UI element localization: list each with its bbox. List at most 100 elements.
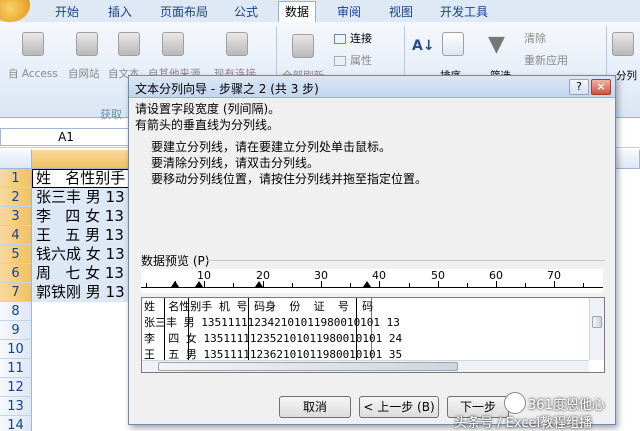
- ruler-tick: [583, 283, 584, 287]
- preview-vertical-scrollbar[interactable]: [589, 298, 604, 360]
- sort-az-icon[interactable]: A↓: [412, 38, 435, 54]
- dialog-titlebar[interactable]: 文本分列向导 - 步骤之 2 (共 3 步) ? ×: [129, 76, 615, 98]
- tab-data[interactable]: 数据: [278, 1, 317, 22]
- tab-view[interactable]: 视图: [389, 2, 413, 22]
- row-header[interactable]: 9: [0, 321, 32, 340]
- text-to-columns-icon: [612, 32, 634, 56]
- row-header[interactable]: 8: [0, 302, 32, 321]
- ribbon-tabbar: 开始 插入 页面布局 公式 数据 审阅 视图 开发工具: [0, 0, 640, 22]
- row-header[interactable]: 3: [0, 207, 32, 226]
- preview-row: 张三丰 男 135111112342101011980010101 13: [144, 316, 400, 329]
- column-break-arrow[interactable]: [195, 281, 203, 287]
- ruler-tick: [438, 281, 439, 287]
- row-header[interactable]: 13: [0, 397, 32, 416]
- vertical-scroll-thumb[interactable]: [592, 316, 602, 328]
- horizontal-scroll-thumb[interactable]: [158, 362, 458, 371]
- cell-text: 李 四 女 13: [36, 207, 124, 225]
- ruler-tick: [525, 283, 526, 287]
- row-header[interactable]: 11: [0, 359, 32, 378]
- properties-icon: [334, 56, 346, 66]
- column-ruler[interactable]: 10 20 30 40 50 60 70: [141, 269, 603, 293]
- tab-formulas[interactable]: 公式: [234, 2, 258, 22]
- from-access-button[interactable]: 自 Access: [8, 66, 58, 81]
- column-break-arrow[interactable]: [255, 281, 263, 287]
- properties-button[interactable]: 属性: [334, 52, 372, 68]
- tab-page-layout[interactable]: 页面布局: [160, 2, 208, 22]
- refresh-icon: [292, 34, 314, 58]
- row-header[interactable]: 1: [0, 169, 32, 188]
- existing-connections-icon: [226, 32, 248, 56]
- watermark-line-1: 361度恩他心: [528, 398, 605, 413]
- preview-divider: [207, 260, 605, 261]
- preview-horizontal-scrollbar[interactable]: [142, 360, 589, 372]
- ruler-tick: [233, 283, 234, 287]
- cell-text: 钱六成 女 13: [36, 245, 125, 263]
- reapply-filter-button[interactable]: 重新应用: [524, 52, 568, 68]
- select-all-corner[interactable]: [0, 150, 32, 169]
- connections-icon: [334, 34, 346, 44]
- column-break-arrow[interactable]: [171, 281, 179, 287]
- help-button[interactable]: ?: [569, 79, 589, 95]
- data-preview-label: 数据预览 (P): [141, 254, 210, 268]
- cell-text: 郭铁刚 男 13: [36, 283, 125, 301]
- column-break-line[interactable]: [188, 298, 189, 362]
- web-icon: [76, 32, 98, 56]
- tab-review[interactable]: 审阅: [337, 2, 361, 22]
- cell-text: 周 七 女 13: [36, 264, 124, 282]
- cancel-button[interactable]: 取消: [279, 396, 351, 418]
- other-sources-icon: [162, 32, 184, 56]
- ruler-tick: [263, 281, 264, 287]
- watermark-logo-icon: [504, 392, 526, 414]
- ruler-tick: [467, 283, 468, 287]
- column-break-arrow[interactable]: [363, 281, 371, 287]
- column-break-line[interactable]: [164, 298, 165, 362]
- ruler-tick: [146, 283, 147, 287]
- column-header-a[interactable]: [32, 150, 132, 169]
- text-to-columns-button[interactable]: 分列: [616, 68, 637, 83]
- ruler-tick: [409, 283, 410, 287]
- connections-label: 连接: [350, 32, 372, 45]
- row-header[interactable]: 7: [0, 283, 32, 302]
- name-box[interactable]: A1: [0, 128, 132, 146]
- from-web-button[interactable]: 自网站: [68, 66, 100, 81]
- cell-text: 张三丰 男 13: [36, 188, 125, 206]
- row-header[interactable]: 4: [0, 226, 32, 245]
- close-button[interactable]: ×: [591, 79, 611, 95]
- clear-filter-button[interactable]: 清除: [524, 30, 546, 46]
- preview-row: 姓 名性别手 机 号 码身 份 证 号 码: [144, 300, 374, 313]
- row-header[interactable]: 12: [0, 378, 32, 397]
- ruler-tick: [350, 283, 351, 287]
- group-label-get-external: 获取: [100, 108, 122, 121]
- filter-funnel-icon: ▼: [488, 32, 505, 57]
- tab-insert[interactable]: 插入: [108, 2, 132, 22]
- row-header[interactable]: 2: [0, 188, 32, 207]
- column-break-line[interactable]: [356, 298, 357, 362]
- ruler-baseline: [141, 287, 603, 288]
- watermark-line-2: 头条号 / Excel教程组播: [454, 416, 593, 431]
- office-button[interactable]: [0, 0, 30, 22]
- row-header[interactable]: 6: [0, 264, 32, 283]
- sort-dialog-icon: [442, 32, 464, 56]
- hint-line-2: 要清除分列线，请双击分列线。: [151, 156, 320, 170]
- ruler-tick: [292, 283, 293, 287]
- properties-label: 属性: [350, 54, 372, 67]
- ruler-tick: [554, 281, 555, 287]
- tab-home[interactable]: 开始: [55, 2, 79, 22]
- connections-button[interactable]: 连接: [334, 30, 372, 46]
- ruler-tick: [496, 281, 497, 287]
- access-icon: [22, 32, 44, 56]
- hint-line-3: 要移动分列线位置，请按住分列线并拖至指定位置。: [151, 172, 428, 186]
- row-header[interactable]: 5: [0, 245, 32, 264]
- text-file-icon: [118, 32, 140, 56]
- column-break-line[interactable]: [248, 298, 249, 362]
- tab-developer[interactable]: 开发工具: [440, 2, 488, 22]
- dialog-title: 文本分列向导 - 步骤之 2 (共 3 步): [135, 82, 319, 96]
- intro-line-2: 有箭头的垂直线为分列线。: [135, 118, 280, 132]
- row-header[interactable]: 10: [0, 340, 32, 359]
- cell-text: 王 五 男 13: [36, 226, 124, 244]
- intro-line-1: 请设置字段宽度 (列间隔)。: [135, 102, 281, 116]
- ruler-tick: [379, 281, 380, 287]
- text-to-columns-dialog: 文本分列向导 - 步骤之 2 (共 3 步) ? × 请设置字段宽度 (列间隔)…: [128, 75, 616, 425]
- back-button[interactable]: < 上一步 (B): [359, 396, 439, 418]
- row-header[interactable]: 14: [0, 416, 32, 431]
